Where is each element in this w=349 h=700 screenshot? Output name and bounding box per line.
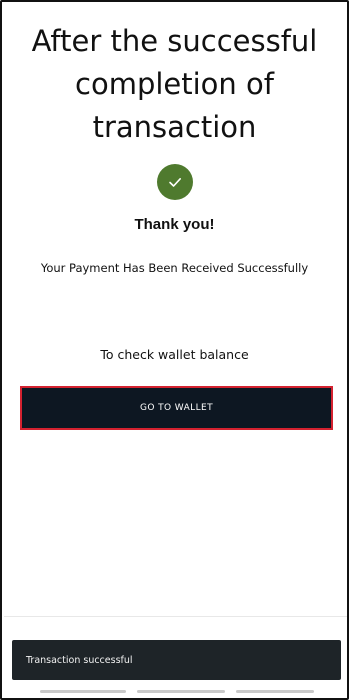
- caption-line-2: completion of: [75, 67, 274, 101]
- toast-message: Transaction successful: [26, 654, 133, 666]
- app-screen: After the successful completion of trans…: [0, 0, 349, 700]
- caption-line-1: After the successful: [31, 24, 318, 58]
- nav-home-handle[interactable]: [137, 690, 225, 693]
- annotation-caption: After the successful completion of trans…: [2, 20, 347, 149]
- nav-back-handle[interactable]: [236, 690, 314, 693]
- system-nav-bar: [4, 680, 347, 698]
- divider: [4, 616, 347, 617]
- payment-received-message: Your Payment Has Been Received Successfu…: [40, 261, 309, 275]
- wallet-balance-hint: To check wallet balance: [100, 347, 249, 362]
- checkmark-icon: [169, 178, 181, 187]
- toast-snackbar: Transaction successful: [12, 640, 341, 680]
- caption-line-3: transaction: [92, 110, 257, 144]
- go-to-wallet-button[interactable]: GO TO WALLET: [20, 386, 333, 430]
- thank-you-title: Thank you!: [134, 216, 215, 233]
- go-to-wallet-label: GO TO WALLET: [140, 403, 213, 413]
- nav-recents-handle[interactable]: [40, 690, 126, 693]
- check-circle-icon: [157, 164, 193, 200]
